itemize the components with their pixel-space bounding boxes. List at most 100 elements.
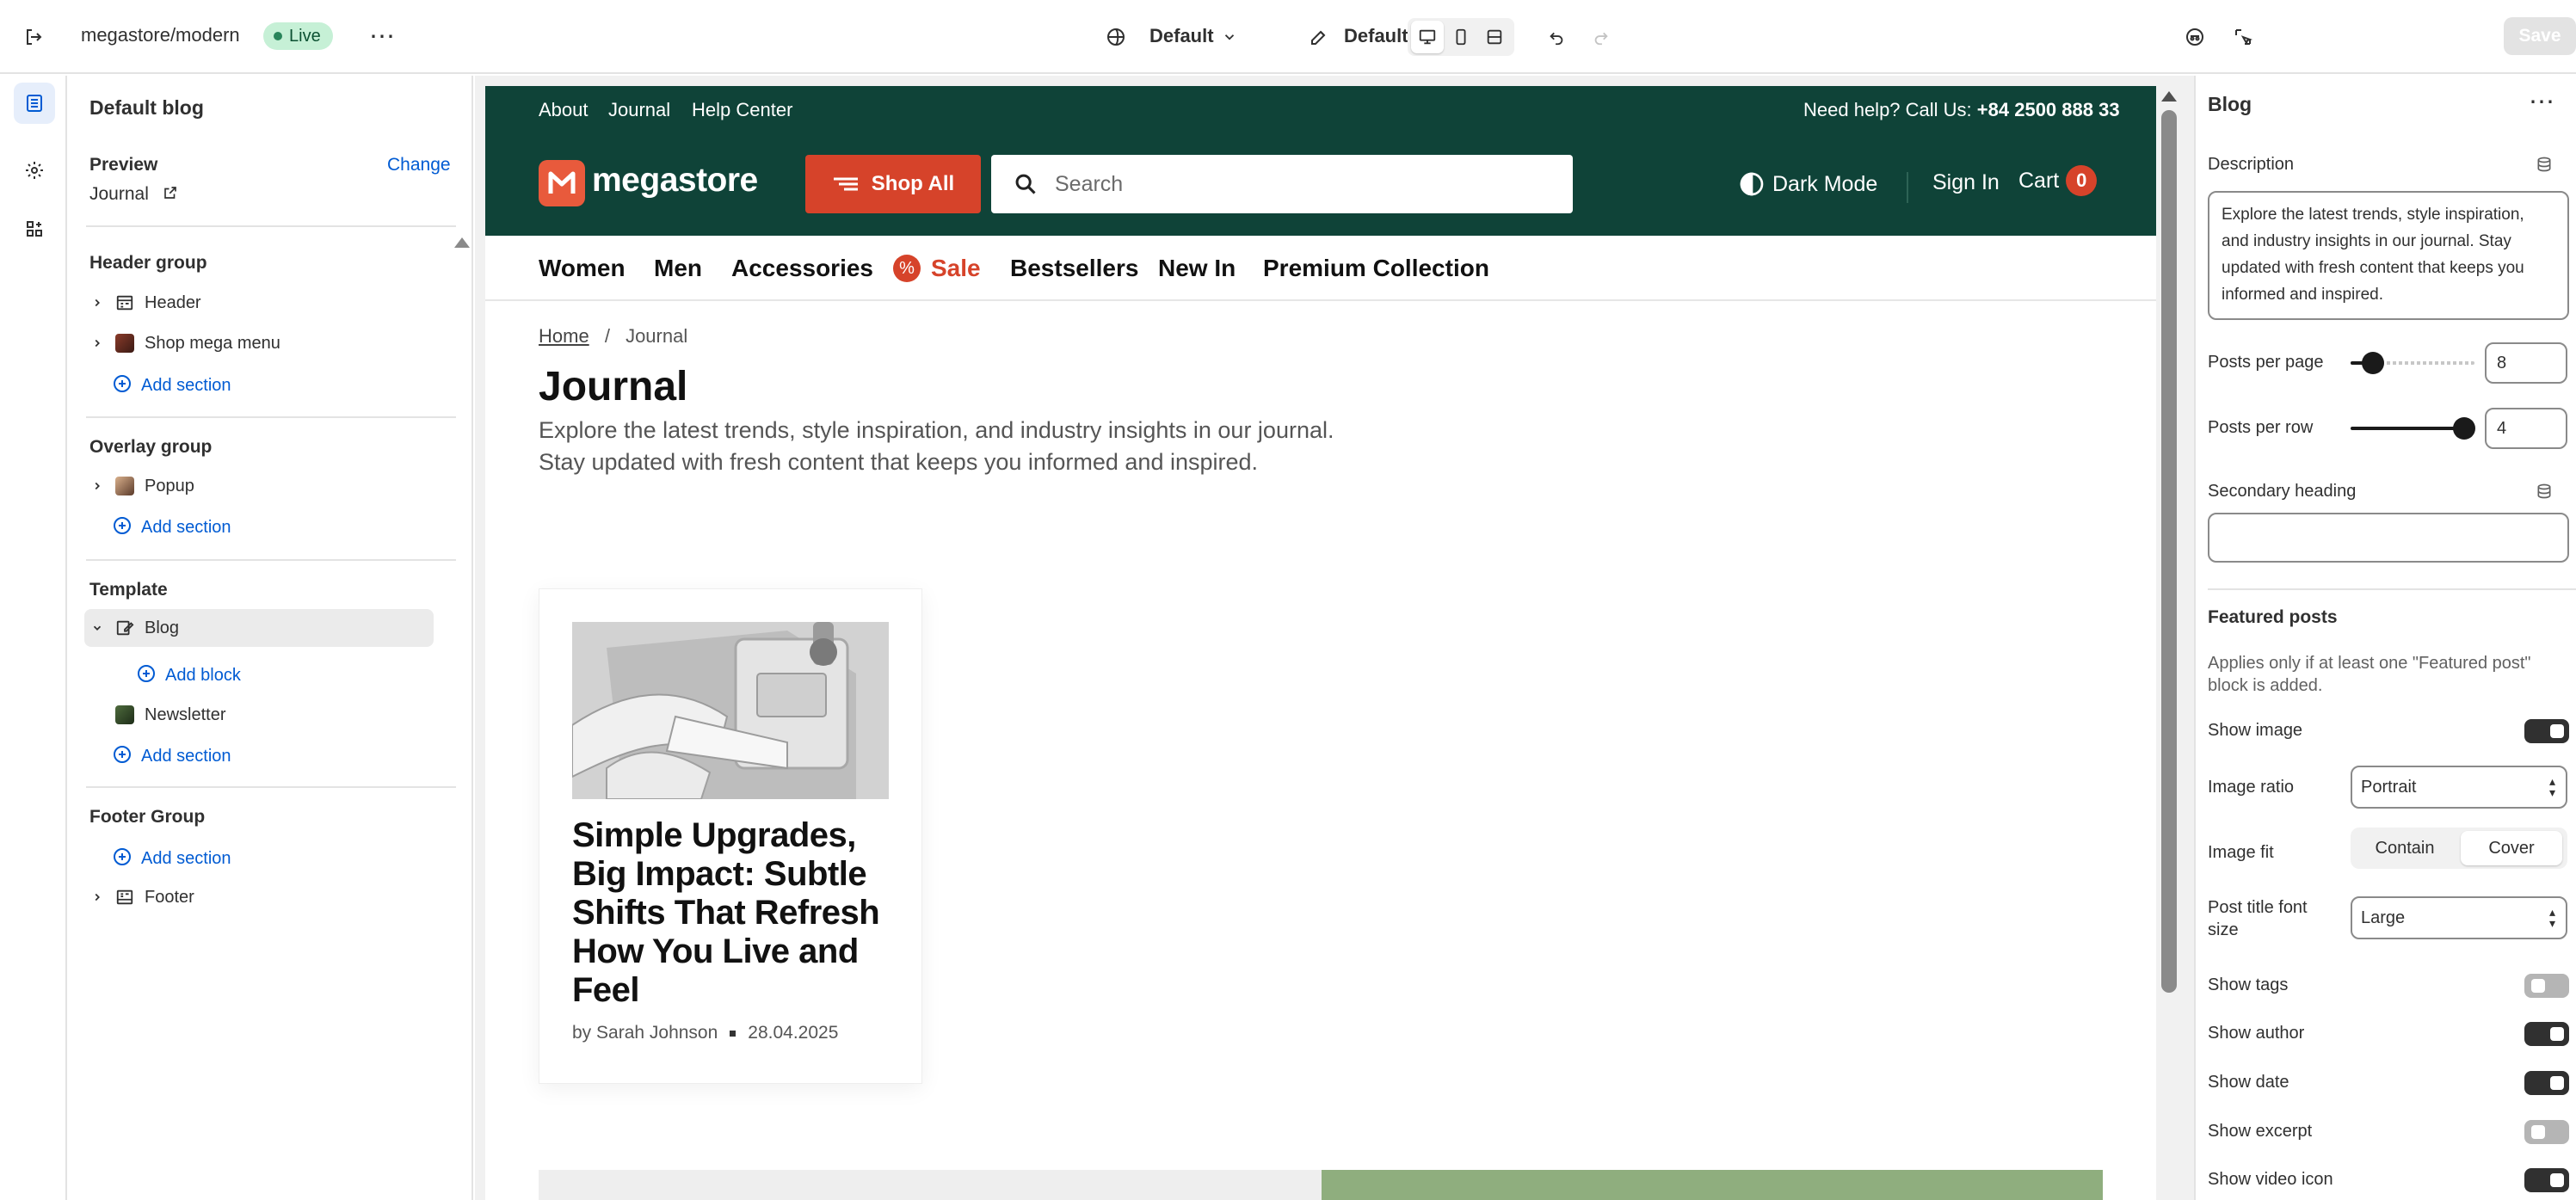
header-layout-icon — [110, 293, 139, 312]
sidekick-icon[interactable] — [2180, 22, 2209, 52]
announcement-link-about[interactable]: About — [539, 99, 589, 121]
theme-selector[interactable]: Default — [1149, 27, 1214, 46]
shop-all-button[interactable]: Shop All — [805, 155, 981, 213]
chevron-down-icon[interactable] — [1218, 26, 1241, 48]
region-selector[interactable]: Region — [1454, 170, 1556, 198]
dynamic-source-icon[interactable] — [2533, 480, 2555, 502]
show-excerpt-toggle[interactable] — [2524, 1120, 2569, 1144]
dark-mode-toggle[interactable]: Dark Mode — [1738, 170, 1877, 198]
show-tags-toggle[interactable] — [2524, 974, 2569, 998]
announcement-bar: About Journal Help Center Need help? Cal… — [485, 86, 2156, 132]
preview-scrollbar-thumb[interactable] — [2161, 110, 2177, 993]
sidebar-item-label: Footer — [145, 887, 194, 907]
undo-icon[interactable] — [1544, 24, 1569, 50]
template-edit-icon[interactable] — [1306, 24, 1332, 50]
chevron-right-icon[interactable] — [84, 891, 110, 903]
apps-icon[interactable] — [14, 208, 55, 249]
sidebar-scroll-up-icon[interactable] — [454, 237, 470, 248]
sidebar-item-shop-mega-menu[interactable]: Shop mega menu — [84, 324, 437, 362]
description-textarea[interactable]: Explore the latest trends, style inspira… — [2208, 191, 2569, 320]
show-author-toggle[interactable] — [2524, 1022, 2569, 1046]
change-preview-link[interactable]: Change — [387, 155, 451, 175]
posts-per-page-input[interactable]: 8 — [2485, 342, 2567, 384]
save-button[interactable]: Save — [2504, 17, 2576, 55]
inspector-icon[interactable] — [2228, 22, 2258, 52]
editor-topbar: megastore/modern Live ⋯ Default Default … — [0, 0, 2576, 74]
search-placeholder: Search — [1055, 171, 1124, 196]
chevron-right-icon[interactable] — [84, 337, 110, 349]
sidebar-item-blog[interactable]: Blog — [84, 609, 434, 647]
dynamic-source-icon[interactable] — [2533, 153, 2555, 175]
image-fit-cover[interactable]: Cover — [2461, 831, 2562, 865]
posts-per-page-thumb[interactable] — [2362, 352, 2384, 374]
show-image-toggle[interactable] — [2524, 719, 2569, 743]
preview-scroll-up-icon[interactable] — [2161, 91, 2177, 102]
blog-post-card[interactable]: Simple Upgrades, Big Impact: Subtle Shif… — [539, 588, 922, 1084]
exit-icon[interactable] — [19, 22, 48, 52]
description-label: Description — [2208, 155, 2295, 174]
add-section-footer-group[interactable]: Add section — [112, 846, 231, 871]
desktop-view-icon[interactable] — [1411, 21, 1444, 53]
post-title-font-size-select[interactable]: Large ▴ ▾ — [2351, 896, 2567, 939]
theme-settings-icon[interactable] — [14, 150, 55, 191]
image-fit-label: Image fit — [2208, 843, 2274, 862]
more-options-icon[interactable]: ⋯ — [2526, 89, 2557, 115]
menu-item-sale[interactable]: Sale — [931, 255, 981, 282]
help-phone[interactable]: +84 2500 888 33 — [1977, 99, 2120, 120]
cart-link[interactable]: Cart 0 — [2018, 165, 2098, 196]
secondary-heading-input[interactable] — [2208, 513, 2569, 563]
sale-percent-icon: % — [893, 255, 921, 282]
sidebar-item-label: Header — [145, 292, 201, 312]
breadcrumb-home[interactable]: Home — [539, 325, 589, 347]
show-video-icon-toggle[interactable] — [2524, 1168, 2569, 1192]
chevron-down-icon[interactable] — [84, 622, 110, 634]
image-ratio-select[interactable]: Portrait ▴ ▾ — [2351, 766, 2567, 809]
menu-item-premium-collection[interactable]: Premium Collection — [1263, 255, 1489, 282]
add-block-blog[interactable]: Add block — [136, 663, 241, 688]
more-actions-icon[interactable]: ⋯ — [367, 22, 397, 52]
region-label: Region — [1488, 171, 1557, 196]
show-author-label: Show author — [2208, 1024, 2305, 1043]
menu-item-new-in[interactable]: New In — [1158, 255, 1236, 282]
show-date-toggle[interactable] — [2524, 1071, 2569, 1095]
mobile-view-icon[interactable] — [1445, 21, 1477, 53]
add-section-label: Add section — [141, 747, 231, 766]
sign-in-link[interactable]: Sign In — [1932, 170, 2000, 195]
menu-item-bestsellers[interactable]: Bestsellers — [1010, 255, 1138, 282]
post-title-font-size-label: Post title font size — [2208, 898, 2308, 939]
fullscreen-view-icon[interactable] — [1478, 21, 1511, 53]
sidebar-item-footer[interactable]: Footer — [84, 878, 437, 916]
post-date: 28.04.2025 — [748, 1023, 839, 1043]
menu-item-accessories[interactable]: Accessories — [731, 255, 873, 282]
device-toggle-group — [1408, 18, 1514, 56]
breadcrumb-current: Journal — [626, 325, 688, 347]
sidebar-item-newsletter[interactable]: Newsletter — [84, 696, 437, 734]
add-section-template[interactable]: Add section — [112, 744, 231, 769]
post-title[interactable]: Simple Upgrades, Big Impact: Subtle Shif… — [572, 816, 891, 1010]
announcement-link-journal[interactable]: Journal — [608, 99, 670, 121]
sidebar-item-popup[interactable]: Popup — [84, 467, 437, 505]
theme-globe-icon[interactable] — [1103, 24, 1129, 50]
menu-item-women[interactable]: Women — [539, 255, 626, 282]
menu-item-men[interactable]: Men — [654, 255, 702, 282]
post-image[interactable] — [572, 622, 889, 799]
show-tags-label: Show tags — [2208, 975, 2289, 994]
add-section-header-group[interactable]: Add section — [112, 373, 231, 398]
logo-text[interactable]: megastore — [592, 162, 758, 200]
posts-per-row-track[interactable] — [2351, 427, 2466, 430]
sidebar-item-header[interactable]: Header — [84, 284, 437, 322]
posts-per-row-input[interactable]: 4 — [2485, 408, 2567, 449]
external-link-icon[interactable] — [160, 182, 181, 203]
featured-banner-image[interactable] — [539, 1170, 1322, 1200]
posts-per-row-thumb[interactable] — [2453, 417, 2475, 440]
live-dot-icon — [274, 32, 282, 40]
announcement-link-help-center[interactable]: Help Center — [692, 99, 792, 121]
add-section-overlay-group[interactable]: Add section — [112, 515, 231, 540]
chevron-right-icon[interactable] — [84, 297, 110, 309]
chevron-right-icon[interactable] — [84, 480, 110, 492]
sections-icon[interactable] — [14, 83, 55, 124]
image-fit-contain[interactable]: Contain — [2354, 831, 2456, 865]
logo-mark-icon[interactable] — [539, 160, 585, 206]
featured-banner-photo[interactable] — [1322, 1170, 2103, 1200]
sign-in-label: Sign In — [1932, 170, 2000, 194]
